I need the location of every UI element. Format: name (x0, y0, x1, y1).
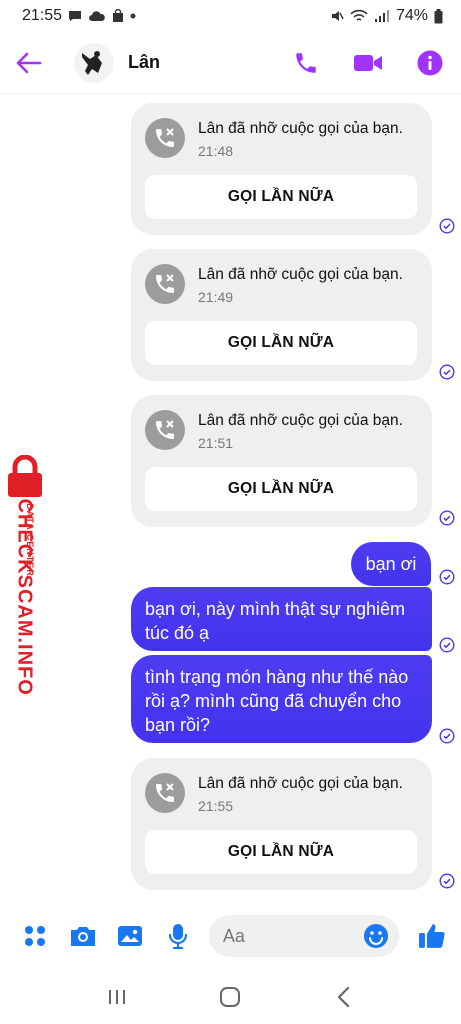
avatar-image (74, 42, 114, 83)
info-icon (417, 50, 443, 75)
gallery-button[interactable] (115, 921, 145, 951)
missed-call-text: Lân đã nhỡ cuộc gọi của bạn. (198, 120, 403, 137)
seen-check-icon (439, 218, 455, 234)
microphone-icon (168, 924, 188, 949)
seen-check-icon (439, 569, 455, 585)
missed-call-icon (156, 783, 174, 802)
battery-percent: 74% (395, 7, 428, 24)
status-left: 21:55 (22, 7, 136, 25)
status-time: 21:55 (22, 7, 63, 24)
home-icon (220, 987, 241, 1007)
missed-call-card: Lân đã nhỡ cuộc gọi của bạn. 21:49 GỌI L… (131, 249, 432, 381)
camera-button[interactable] (68, 921, 98, 951)
seen-check-icon (439, 510, 455, 526)
recent-apps-button[interactable] (97, 977, 137, 1017)
mute-icon (331, 11, 344, 21)
seen-check-icon (439, 364, 455, 380)
wifi-icon (350, 9, 368, 21)
call-again-button[interactable]: GỌI LẦN NỮA (145, 321, 417, 365)
battery-icon (434, 8, 443, 23)
signal-icon (374, 10, 389, 22)
missed-call-card: Lân đã nhỡ cuộc gọi của bạn. 21:55 GỌI L… (131, 758, 432, 890)
watermark: DATA CENTER CHECKSCAM.INFO (0, 455, 56, 696)
message-list[interactable]: Lân đã nhỡ cuộc gọi của bạn. 21:48 GỌI L… (0, 95, 461, 905)
missed-call-icon-badge (145, 264, 185, 304)
lock-icon (8, 455, 42, 497)
recent-apps-icon (108, 990, 125, 1004)
missed-call-time: 21:55 (198, 798, 234, 814)
missed-call-icon (156, 128, 174, 147)
message-input-box[interactable] (208, 915, 400, 957)
camera-icon (70, 927, 95, 946)
video-camera-icon (354, 54, 382, 71)
missed-call-icon-badge (145, 118, 185, 158)
status-bar: 21:55 74% (0, 0, 461, 32)
avatar[interactable] (74, 42, 114, 83)
seen-check-icon (439, 637, 455, 653)
missed-call-card: Lân đã nhỡ cuộc gọi của bạn. 21:51 GỌI L… (131, 395, 432, 527)
missed-call-icon-badge (145, 410, 185, 450)
sent-message-bubble[interactable]: tình trạng món hàng như thế nào rồi ạ? m… (131, 655, 432, 743)
voice-call-button[interactable] (291, 48, 321, 78)
video-call-button[interactable] (353, 48, 383, 78)
info-button[interactable] (415, 48, 445, 78)
missed-call-icon-badge (145, 773, 185, 813)
chat-notification-icon (69, 11, 82, 21)
missed-call-text: Lân đã nhỡ cuộc gọi của bạn. (198, 412, 403, 429)
contact-name[interactable]: Lân (128, 52, 160, 73)
call-again-button[interactable]: GỌI LẦN NỮA (145, 830, 417, 874)
missed-call-time: 21:49 (198, 289, 234, 305)
status-right: 74% (330, 7, 443, 25)
seen-check-icon (439, 728, 455, 744)
cloud-icon (89, 11, 105, 21)
missed-call-time: 21:48 (198, 143, 234, 159)
missed-call-icon (156, 420, 174, 439)
missed-call-card: Lân đã nhỡ cuộc gọi của bạn. 21:48 GỌI L… (131, 103, 432, 235)
missed-call-time: 21:51 (198, 435, 234, 451)
call-again-button[interactable]: GỌI LẦN NỮA (145, 467, 417, 511)
image-icon (118, 926, 143, 946)
message-composer (0, 910, 461, 962)
sent-message-bubble[interactable]: bạn ơi (351, 542, 431, 586)
seen-check-icon (439, 873, 455, 889)
back-button[interactable] (16, 45, 52, 81)
thumbs-up-icon[interactable] (417, 921, 447, 951)
arrow-left-icon (16, 52, 42, 73)
voice-message-button[interactable] (163, 921, 193, 951)
home-button[interactable] (210, 977, 250, 1017)
call-again-button[interactable]: GỌI LẦN NỮA (145, 175, 417, 219)
dot-icon (130, 13, 136, 19)
missed-call-text: Lân đã nhỡ cuộc gọi của bạn. (198, 266, 403, 283)
four-dots-icon (24, 926, 45, 946)
header-actions (291, 48, 445, 78)
sent-message-bubble[interactable]: bạn ơi, này mình thật sự nghiêm túc đó ạ (131, 587, 432, 651)
watermark-title: CHECKSCAM.INFO (13, 498, 36, 696)
emoji-icon[interactable] (363, 923, 389, 949)
missed-call-icon (156, 274, 174, 293)
phone-icon (296, 52, 316, 73)
more-actions-button[interactable] (20, 921, 50, 951)
chat-header: Lân (0, 32, 461, 94)
system-back-button[interactable] (324, 977, 364, 1017)
shopping-bag-icon (113, 9, 124, 22)
message-input[interactable] (222, 925, 353, 947)
system-navigation-bar (0, 970, 461, 1024)
chevron-left-icon (338, 986, 350, 1008)
missed-call-text: Lân đã nhỡ cuộc gọi của bạn. (198, 775, 403, 792)
